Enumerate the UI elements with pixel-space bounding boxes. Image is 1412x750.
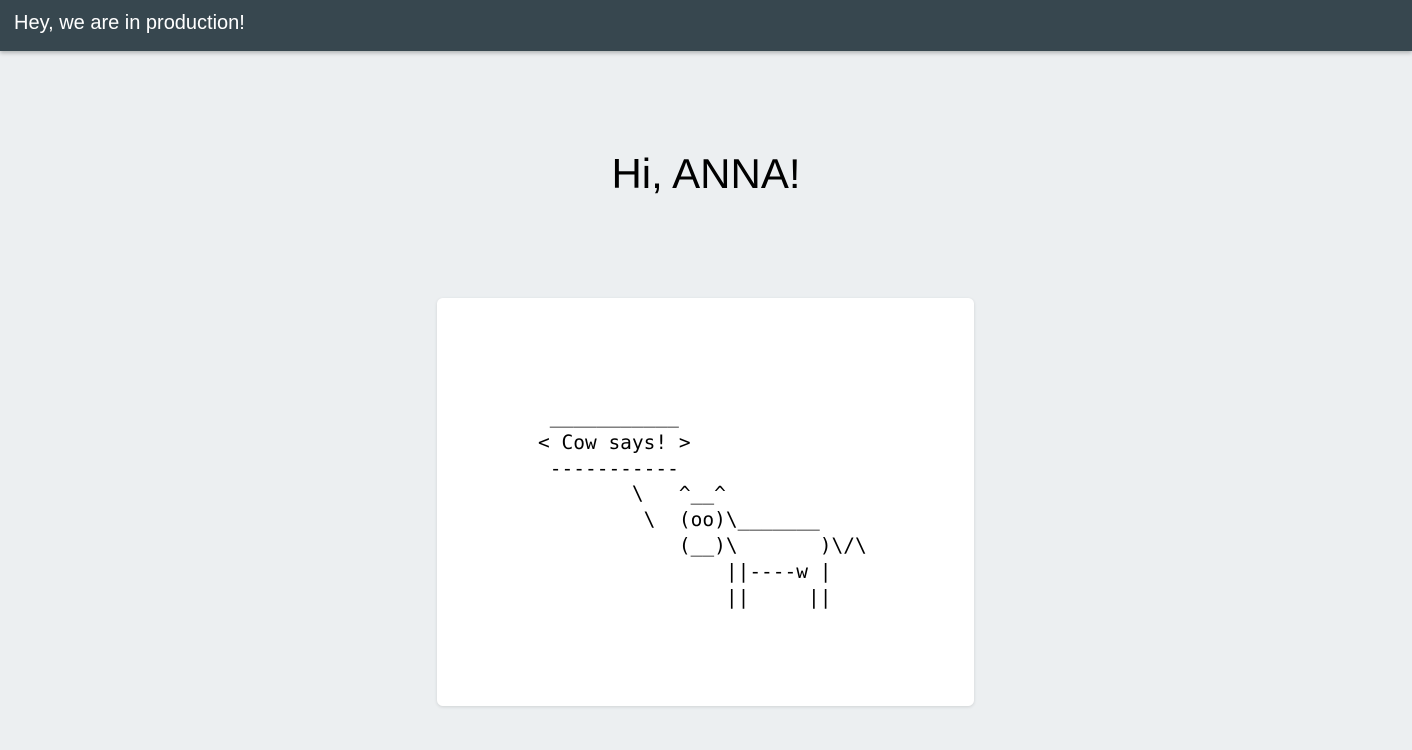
app-bar-title: Hey, we are in production!	[14, 11, 245, 34]
greeting-heading: Hi, ANNA!	[611, 150, 801, 197]
cowsay-ascii-art: ___________ < Cow says! > ----------- \ …	[538, 405, 867, 609]
top-app-bar: Hey, we are in production!	[0, 0, 1412, 51]
cowsay-card: ___________ < Cow says! > ----------- \ …	[437, 298, 974, 706]
